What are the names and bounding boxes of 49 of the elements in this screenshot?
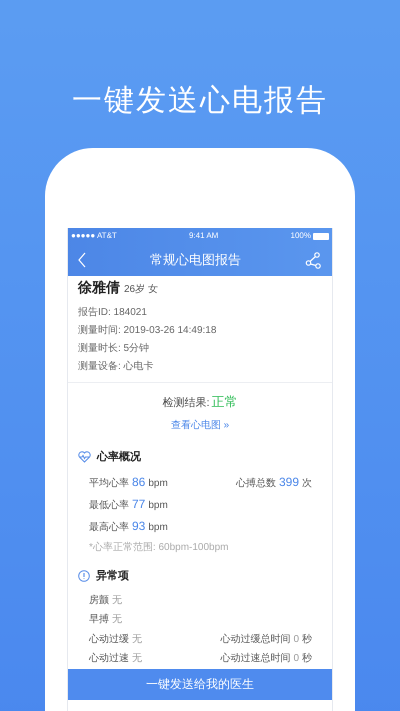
abnormal-value: 无 [132,632,142,646]
stat-value: 86 [132,474,146,491]
info-line: 测量时长: 5分钟 [78,342,150,356]
info-icon [78,570,90,582]
view-ecg-link[interactable]: 查看心电图 » [170,418,230,432]
result-value: 正常 [212,393,238,411]
stat-value: 77 [132,496,146,513]
send-button[interactable]: 一键发送给我的医生 [68,668,332,700]
battery-icon [313,232,329,240]
carrier: ●●●●● AT&T [71,230,117,242]
duration-label: 心动过速总时间 [220,652,290,666]
section-title: 心率概况 [97,450,141,464]
patient-details: 26岁 女 [124,282,158,297]
clock: 9:41 AM [188,230,218,242]
stat-value: 399 [278,474,299,491]
nav-title: 常规心电图报告 [150,251,241,270]
duration-value: 0 [293,652,299,666]
abnormal-value: 无 [112,594,122,608]
abnormal-label: 心动过速 [89,652,129,666]
result-label: 检测结果: [162,396,210,411]
abnormal-value: 无 [132,652,142,666]
battery-level: 100% [290,230,311,242]
duration-unit: 秒 [302,632,312,646]
abnormal-label: 心动过缓 [89,632,129,646]
headline: 一键发送心电报告 [72,83,328,119]
normal-range-note: *心率正常范围: 60bpm-100bpm [88,540,230,555]
stat-label: 心搏总数 [236,476,276,491]
info-line: 测量时间: 2019-03-26 14:49:18 [78,324,218,338]
share-icon[interactable] [305,252,322,268]
stat-value: 93 [132,518,146,535]
section-title: 异常项 [96,568,129,584]
stat-label: 平均心率 [89,476,129,491]
stat-label: 最高心率 [89,520,129,535]
abnormal-label: 房颤 [89,594,109,608]
stat-unit: bpm [148,521,168,535]
abnormal-value: 无 [112,613,122,627]
stat-label: 最低心率 [89,498,129,513]
duration-value: 0 [293,632,299,646]
info-line: 测量设备: 心电卡 [78,360,155,374]
stat-unit: bpm [148,499,168,513]
heart-icon [78,450,91,463]
abnormal-label: 早搏 [89,612,109,627]
stat-unit: bpm [148,477,168,491]
back-icon[interactable] [78,252,86,268]
duration-unit: 秒 [302,652,312,666]
patient-name: 徐雅倩 [78,278,120,297]
duration-label: 心动过缓总时间 [220,632,290,646]
info-line: 报告ID: 184021 [78,306,148,320]
stat-unit: 次 [302,477,312,491]
